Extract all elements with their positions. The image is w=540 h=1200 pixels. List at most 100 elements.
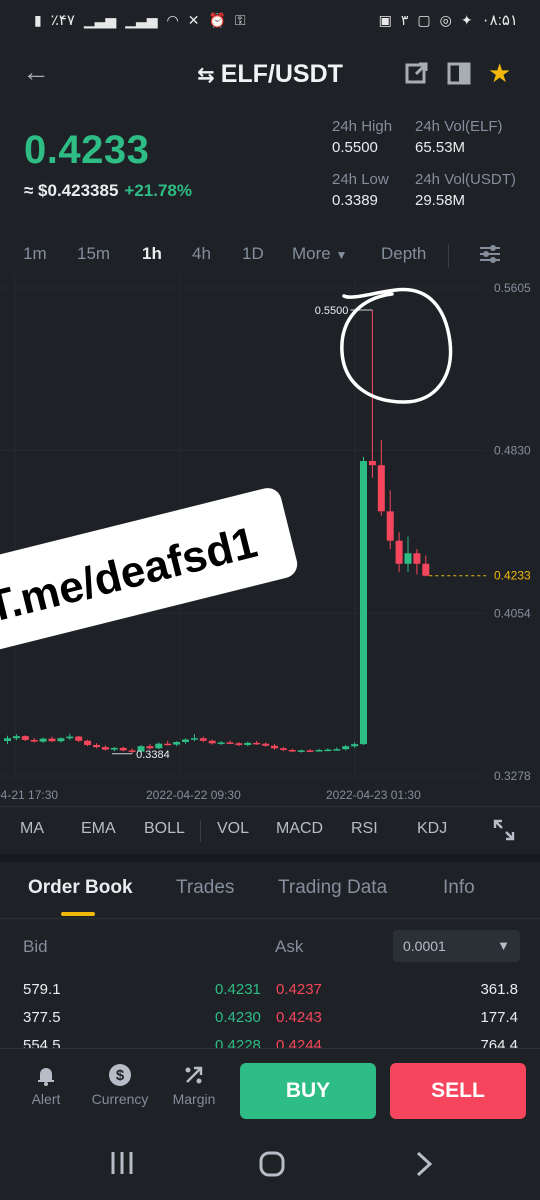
- high-marker-label: 0.5500: [315, 305, 349, 317]
- candle: [173, 742, 181, 745]
- ask-price: 0.4243: [276, 1009, 322, 1026]
- candle: [93, 744, 100, 748]
- currency-button[interactable]: $ Currency: [85, 1063, 155, 1107]
- candle: [244, 742, 252, 745]
- tab-trades[interactable]: Trades: [176, 877, 234, 899]
- chevron-down-icon: ▼: [335, 248, 348, 262]
- chevron-down-icon: ▼: [497, 938, 510, 953]
- low-label: 24h Low: [332, 171, 389, 188]
- candle: [57, 738, 65, 742]
- tab-info[interactable]: Info: [443, 877, 475, 899]
- low-value: 0.3389: [332, 192, 378, 209]
- tf-1d[interactable]: 1D: [242, 244, 264, 264]
- candle: [190, 738, 198, 740]
- tab-order-book[interactable]: Order Book: [28, 877, 133, 899]
- margin-button[interactable]: Margin: [159, 1063, 229, 1107]
- home-icon[interactable]: [258, 1150, 286, 1185]
- low-marker-label: 0.3384: [136, 749, 170, 761]
- vol-elf-label: 24h Vol(ELF): [415, 118, 503, 135]
- app-icon: ▢: [417, 11, 431, 28]
- orderbook-row[interactable]: 579.1 0.4231 0.4237 361.8: [0, 981, 540, 1003]
- chart-settings-icon[interactable]: [478, 242, 502, 271]
- active-tab-indicator: [61, 912, 95, 916]
- twitter-icon: ✦: [460, 11, 473, 28]
- tf-4h[interactable]: 4h: [192, 244, 211, 264]
- candle: [324, 749, 332, 752]
- candle: [128, 750, 136, 752]
- tab-trading-data[interactable]: Trading Data: [278, 877, 387, 899]
- candle: [48, 738, 56, 742]
- buy-button[interactable]: BUY: [240, 1063, 376, 1119]
- tf-15m[interactable]: 15m: [77, 244, 110, 264]
- y-tick-label: 0.4830: [494, 444, 531, 458]
- recent-apps-icon[interactable]: [108, 1150, 136, 1183]
- candle: [386, 511, 394, 541]
- share-icon[interactable]: [404, 60, 430, 92]
- alarm-icon: ⏰: [208, 11, 226, 28]
- last-price: 0.4233: [24, 128, 150, 172]
- layout-icon[interactable]: [446, 60, 472, 92]
- key-icon: ⚿: [234, 11, 246, 28]
- x-tick-label: 04-21 17:30: [0, 788, 58, 802]
- watermark-sticker: T.me/deafsd1: [0, 488, 298, 656]
- section-gap: [0, 854, 540, 862]
- candle: [110, 747, 118, 750]
- precision-select[interactable]: 0.0001 ▼: [393, 930, 520, 962]
- precision-value: 0.0001: [403, 938, 446, 954]
- margin-label: Margin: [172, 1091, 216, 1107]
- candle: [226, 742, 234, 744]
- candle: [199, 738, 207, 741]
- back-nav-icon[interactable]: [412, 1150, 436, 1185]
- timeframe-row: 1m 15m 1h 4h 1D More ▼ Depth: [0, 244, 540, 270]
- y-tick-label: 0.3278: [494, 769, 531, 783]
- bid-price: 0.4231: [215, 981, 261, 998]
- chart-overlay: 0.5500 0.3384 0.4233 T.me/deafsd1: [0, 287, 531, 761]
- candlestick-chart[interactable]: 0.5500 0.3384 0.4233 T.me/deafsd1 0.5605 0.4…: [0, 276, 540, 806]
- y-tick-label: 0.5605: [494, 281, 531, 295]
- tf-more-label: More: [292, 244, 331, 263]
- y-tick-label: 0.4054: [494, 606, 531, 620]
- candle: [217, 742, 225, 744]
- candle: [30, 739, 38, 742]
- ind-kdj[interactable]: KDJ: [417, 820, 447, 838]
- candle: [333, 749, 341, 751]
- tf-more[interactable]: More ▼: [292, 244, 347, 264]
- hand-drawn-circle: [340, 287, 453, 404]
- ind-ema[interactable]: EMA: [81, 820, 116, 838]
- candle: [39, 738, 47, 742]
- ind-divider: [200, 820, 201, 842]
- candle: [75, 736, 83, 741]
- tf-depth[interactable]: Depth: [381, 244, 426, 264]
- sell-button[interactable]: SELL: [390, 1063, 526, 1119]
- bottom-action-bar: Alert $ Currency Margin BUY SELL: [0, 1048, 540, 1132]
- x-tick-label: 2022-04-22 09:30: [146, 788, 241, 802]
- candle: [262, 743, 270, 746]
- ind-vol[interactable]: VOL: [217, 820, 249, 838]
- tf-1h[interactable]: 1h: [142, 244, 162, 264]
- swap-icon: ⇆: [197, 64, 215, 87]
- x-axis-labels: 04-21 17:30 2022-04-22 09:30 2022-04-23 01…: [0, 788, 421, 802]
- candle: [413, 553, 421, 564]
- candle: [208, 740, 216, 744]
- candle: [253, 742, 261, 745]
- price-change: +21.78%: [124, 181, 193, 200]
- candle: [315, 749, 323, 752]
- candle: [297, 750, 305, 752]
- status-bar: ▮ ٪۴۷ ▁▃▅ ▁▃▅ ◠ ✕ ⏰ ⚿ ▣ ۳ ▢ ◎ ✦ ۰۸:۵۱: [0, 0, 540, 40]
- candle: [422, 563, 430, 576]
- ind-ma[interactable]: MA: [20, 820, 44, 838]
- candle: [164, 743, 172, 746]
- orderbook-row[interactable]: 377.5 0.4230 0.4243 177.4: [0, 1009, 540, 1031]
- favorite-star-icon[interactable]: ★: [488, 60, 511, 86]
- ind-boll[interactable]: BOLL: [144, 820, 185, 838]
- candle: [404, 553, 412, 564]
- ind-rsi[interactable]: RSI: [351, 820, 378, 838]
- alert-button[interactable]: Alert: [11, 1063, 81, 1107]
- candle: [155, 743, 163, 749]
- ind-macd[interactable]: MACD: [276, 820, 323, 838]
- fullscreen-icon[interactable]: [492, 818, 516, 847]
- candle: [12, 736, 20, 739]
- high-value: 0.5500: [332, 139, 378, 156]
- tf-1m[interactable]: 1m: [23, 244, 47, 264]
- notification-badge: ۳: [400, 11, 409, 28]
